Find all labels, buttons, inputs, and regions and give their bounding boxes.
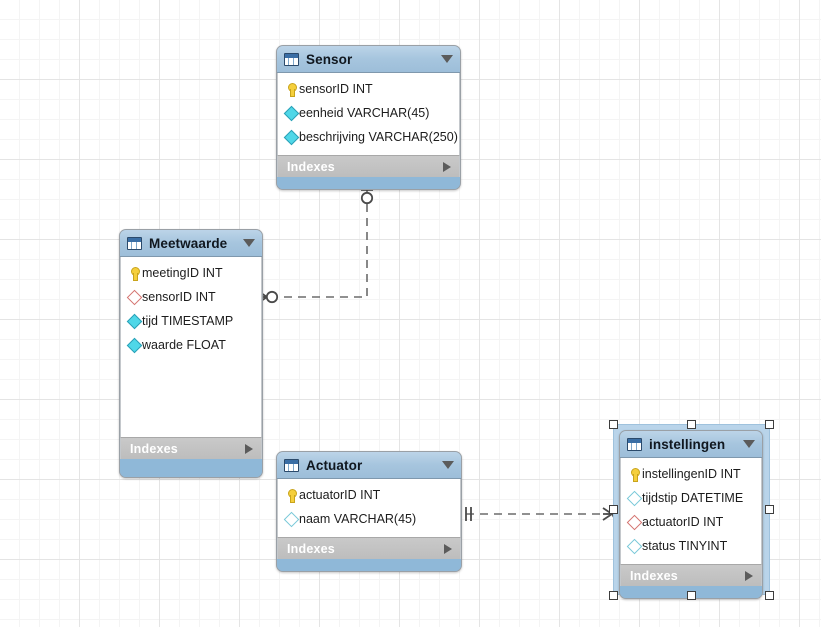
table-meetwaarde[interactable]: Meetwaarde meetingID INT sensorID INT ti… <box>119 229 263 478</box>
column-label: meetingID INT <box>142 266 223 280</box>
column-label: tijd TIMESTAMP <box>142 314 234 328</box>
table-icon <box>627 437 642 451</box>
table-instellingen[interactable]: instellingen instellingenID INT tijdstip… <box>619 430 763 599</box>
column-label: tijdstip DATETIME <box>642 491 744 505</box>
diagram-canvas[interactable]: Sensor sensorID INT eenheid VARCHAR(45) … <box>0 0 821 627</box>
chevron-right-icon[interactable] <box>444 543 452 554</box>
resize-handle-bottom-center[interactable] <box>687 591 696 600</box>
column-row[interactable]: actuatorID INT <box>278 483 460 507</box>
column-label: sensorID INT <box>299 82 373 96</box>
indexes-label: Indexes <box>287 541 335 556</box>
column-row[interactable]: meetingID INT <box>121 261 261 285</box>
table-sensor-title: Sensor <box>306 51 353 67</box>
column-label: sensorID INT <box>142 290 216 304</box>
diamond-icon <box>283 511 300 527</box>
table-instellingen-columns: instellingenID INT tijdstip DATETIME act… <box>620 458 762 564</box>
resize-handle-middle-left[interactable] <box>609 505 618 514</box>
column-row[interactable]: eenheid VARCHAR(45) <box>278 101 459 125</box>
chevron-right-icon[interactable] <box>745 570 753 581</box>
indexes-label: Indexes <box>130 441 178 456</box>
table-instellingen-header[interactable]: instellingen <box>620 431 762 458</box>
table-meetwaarde-columns: meetingID INT sensorID INT tijd TIMESTAM… <box>120 257 262 437</box>
table-actuator-header[interactable]: Actuator <box>277 452 461 479</box>
column-row[interactable]: beschrijving VARCHAR(250) <box>278 125 459 149</box>
column-row[interactable]: naam VARCHAR(45) <box>278 507 460 531</box>
column-row[interactable]: tijd TIMESTAMP <box>121 309 261 333</box>
chevron-right-icon[interactable] <box>245 443 253 454</box>
table-meetwaarde-title: Meetwaarde <box>149 235 228 251</box>
table-actuator-indexes-bar[interactable]: Indexes <box>277 537 461 559</box>
diamond-icon <box>283 105 300 121</box>
table-sensor-header[interactable]: Sensor <box>277 46 460 73</box>
column-row[interactable]: sensorID INT <box>278 77 459 101</box>
column-row[interactable]: actuatorID INT <box>621 510 761 534</box>
resize-handle-top-center[interactable] <box>687 420 696 429</box>
resize-handle-top-left[interactable] <box>609 420 618 429</box>
resize-handle-top-right[interactable] <box>765 420 774 429</box>
diamond-icon <box>626 490 643 506</box>
table-sensor[interactable]: Sensor sensorID INT eenheid VARCHAR(45) … <box>276 45 461 190</box>
chevron-right-icon[interactable] <box>443 161 451 172</box>
key-icon <box>127 266 142 281</box>
chevron-down-icon[interactable] <box>442 461 454 469</box>
diamond-icon <box>126 337 143 353</box>
table-meetwaarde-footer <box>120 459 262 477</box>
chevron-down-icon[interactable] <box>441 55 453 63</box>
column-label: actuatorID INT <box>642 515 724 529</box>
resize-handle-middle-right[interactable] <box>765 505 774 514</box>
table-actuator-footer <box>277 559 461 571</box>
table-sensor-columns: sensorID INT eenheid VARCHAR(45) beschri… <box>277 73 460 155</box>
table-instellingen-indexes-bar[interactable]: Indexes <box>620 564 762 586</box>
chevron-down-icon[interactable] <box>243 239 255 247</box>
indexes-label: Indexes <box>287 159 335 174</box>
key-icon <box>284 82 299 97</box>
foreign-key-diamond-icon <box>626 514 643 530</box>
column-label: naam VARCHAR(45) <box>299 512 417 526</box>
table-icon <box>284 52 299 66</box>
table-sensor-footer <box>277 177 460 189</box>
foreign-key-diamond-icon <box>126 289 143 305</box>
diamond-icon <box>626 538 643 554</box>
column-label: actuatorID INT <box>299 488 381 502</box>
column-label: instellingenID INT <box>642 467 741 481</box>
table-instellingen-title: instellingen <box>649 436 726 452</box>
column-label: status TINYINT <box>642 539 728 553</box>
relationship-sensor-meetwaarde[interactable] <box>257 189 374 304</box>
column-label: eenheid VARCHAR(45) <box>299 106 430 120</box>
column-row[interactable]: waarde FLOAT <box>121 333 261 357</box>
table-actuator[interactable]: Actuator actuatorID INT naam VARCHAR(45)… <box>276 451 462 572</box>
column-label: beschrijving VARCHAR(250) <box>299 130 458 144</box>
indexes-label: Indexes <box>630 568 678 583</box>
diamond-icon <box>126 313 143 329</box>
column-row[interactable]: status TINYINT <box>621 534 761 558</box>
table-actuator-title: Actuator <box>306 457 363 473</box>
key-icon <box>284 488 299 503</box>
table-meetwaarde-header[interactable]: Meetwaarde <box>120 230 262 257</box>
diamond-icon <box>283 129 300 145</box>
column-row[interactable]: tijdstip DATETIME <box>621 486 761 510</box>
table-actuator-columns: actuatorID INT naam VARCHAR(45) <box>277 479 461 537</box>
table-meetwaarde-indexes-bar[interactable]: Indexes <box>120 437 262 459</box>
column-row[interactable]: sensorID INT <box>121 285 261 309</box>
chevron-down-icon[interactable] <box>743 440 755 448</box>
relationship-actuator-instellingen[interactable] <box>465 507 625 521</box>
column-row[interactable]: instellingenID INT <box>621 462 761 486</box>
resize-handle-bottom-left[interactable] <box>609 591 618 600</box>
table-icon <box>127 236 142 250</box>
table-sensor-indexes-bar[interactable]: Indexes <box>277 155 460 177</box>
resize-handle-bottom-right[interactable] <box>765 591 774 600</box>
key-icon <box>627 467 642 482</box>
column-label: waarde FLOAT <box>142 338 226 352</box>
table-icon <box>284 458 299 472</box>
